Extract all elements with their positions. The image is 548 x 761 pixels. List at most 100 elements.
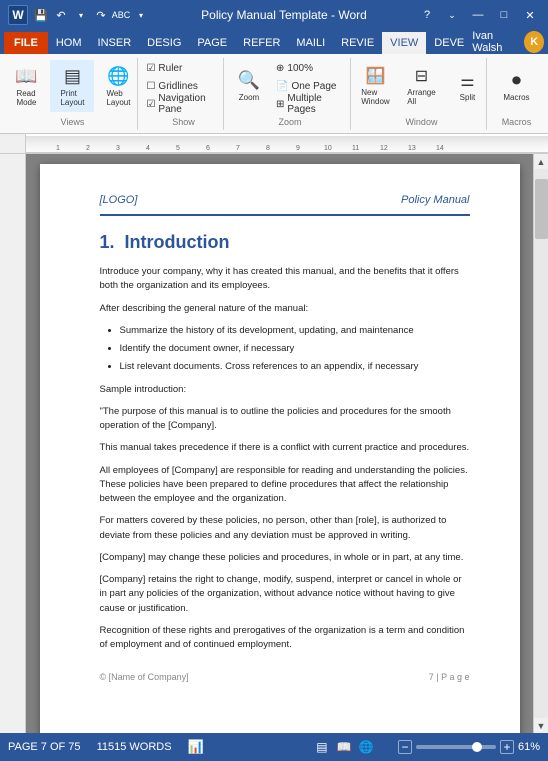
tab-file[interactable]: FILE [4, 32, 48, 54]
user-area: Ivan Walsh K [472, 30, 544, 54]
zoom-in-button[interactable]: + [500, 740, 514, 754]
bullet-item-2: Identify the document owner, if necessar… [120, 342, 470, 356]
gridlines-check-icon: ☐ [146, 81, 155, 92]
track-changes-icon[interactable]: 📊 [188, 739, 204, 755]
left-ruler-gutter [0, 134, 26, 153]
document-logo: [LOGO] [100, 194, 138, 206]
web-layout-button[interactable]: 🌐 WebLayout [96, 60, 140, 112]
web-view-icon[interactable]: 🌐 [358, 739, 374, 755]
zoom-button[interactable]: 🔍 Zoom [227, 60, 271, 112]
macros-button[interactable]: ⏺ Macros [494, 60, 538, 112]
paragraph-change: [Company] may change these policies and … [100, 551, 470, 565]
zoom-100-label: 100% [287, 63, 313, 74]
zoom-slider[interactable] [416, 745, 496, 749]
scroll-track[interactable] [534, 169, 548, 718]
window-group-label: Window [405, 117, 437, 127]
maximize-button[interactable]: □ [494, 5, 514, 25]
ruler-check-icon: ☑ [146, 63, 155, 74]
word-count[interactable]: 11515 WORDS [97, 741, 172, 753]
macros-label: Macros [503, 93, 529, 102]
one-page-button[interactable]: 📄 One Page [273, 78, 353, 94]
left-margin-gutter [0, 154, 26, 733]
bullet-list: Summarize the history of its development… [120, 324, 470, 375]
sample-quote: "The purpose of this manual is to outlin… [100, 405, 470, 434]
gridlines-label: Gridlines [158, 81, 197, 92]
arrange-all-button[interactable]: ⊟ ArrangeAll [399, 60, 443, 112]
multiple-pages-button[interactable]: ⊞ Multiple Pages [273, 96, 353, 112]
status-bar: PAGE 7 OF 75 11515 WORDS 📊 ▤ 📖 🌐 − + 61% [0, 733, 548, 761]
tab-insert[interactable]: INSER [90, 32, 140, 54]
read-mode-view-icon[interactable]: 📖 [336, 739, 352, 755]
scroll-down-arrow[interactable]: ▼ [534, 718, 548, 733]
new-window-button[interactable]: 🪟 NewWindow [353, 60, 397, 112]
ribbon-group-zoom: 🔍 Zoom ⊕ 100% 📄 One Page ⊞ Multiple Page… [230, 58, 351, 130]
undo-button[interactable]: ↶ [52, 6, 70, 24]
print-layout-icon: ▤ [64, 66, 81, 87]
page-info[interactable]: PAGE 7 OF 75 [8, 741, 81, 753]
zoom-icon: 🔍 [238, 70, 260, 91]
undo-dropdown-button[interactable]: ▾ [72, 6, 90, 24]
new-window-icon: 🪟 [365, 66, 385, 86]
tab-references[interactable]: REFER [235, 32, 288, 54]
navigation-checkbox[interactable]: ☑ Navigation Pane [143, 96, 223, 112]
navigation-label: Navigation Pane [158, 93, 220, 115]
zoom-label: Zoom [239, 93, 259, 102]
new-window-label: NewWindow [361, 88, 389, 106]
section-heading: 1. Introduction [100, 232, 470, 253]
zoom-slider-thumb[interactable] [472, 742, 482, 752]
close-button[interactable]: ✕ [520, 5, 540, 25]
scroll-thumb[interactable] [535, 179, 548, 239]
paragraph-retain: [Company] retains the right to change, m… [100, 573, 470, 616]
tab-developer[interactable]: DEVE [426, 32, 472, 54]
tab-view[interactable]: VIEW [382, 32, 426, 54]
help-button[interactable]: ? [418, 6, 436, 24]
ribbon-content: 📖 ReadMode ▤ PrintLayout 🌐 WebLayout Vie… [0, 54, 548, 134]
scroll-up-arrow[interactable]: ▲ [534, 154, 548, 169]
print-layout-button[interactable]: ▤ PrintLayout [50, 60, 94, 112]
zoom-out-button[interactable]: − [398, 740, 412, 754]
document-header: [LOGO] Policy Manual [100, 194, 470, 216]
zoom-percentage[interactable]: 61% [518, 741, 540, 753]
tab-design[interactable]: DESIG [139, 32, 189, 54]
ruler-checkbox[interactable]: ☑ Ruler [143, 60, 223, 76]
multiple-pages-label: Multiple Pages [287, 93, 350, 115]
tab-review[interactable]: REVIE [333, 32, 382, 54]
view-mode-icons: ▤ 📖 🌐 [314, 739, 374, 755]
document-page: [LOGO] Policy Manual 1. Introduction Int… [40, 164, 520, 733]
split-button[interactable]: ⚌ Split [445, 60, 489, 112]
tab-mailings[interactable]: MAILI [288, 32, 333, 54]
read-mode-icon: 📖 [15, 66, 37, 87]
read-mode-button[interactable]: 📖 ReadMode [4, 60, 48, 112]
paragraph-intro: Introduce your company, why it has creat… [100, 265, 470, 294]
main-area: [LOGO] Policy Manual 1. Introduction Int… [0, 154, 548, 733]
zoom-100-icon: ⊕ [276, 63, 284, 74]
ribbon-toggle-button[interactable]: ⌄ [442, 5, 462, 25]
quick-access-toolbar: 💾 ↶ ▾ ↷ ABC ▾ [32, 6, 150, 24]
zoom-area: − + 61% [398, 740, 540, 754]
bullet-item-1: Summarize the history of its development… [120, 324, 470, 338]
split-label: Split [460, 93, 476, 102]
minimize-button[interactable]: — [468, 5, 488, 25]
document-container[interactable]: [LOGO] Policy Manual 1. Introduction Int… [26, 154, 533, 733]
customize-qa-button[interactable]: ▾ [132, 6, 150, 24]
vertical-scrollbar[interactable]: ▲ ▼ [533, 154, 548, 733]
ribbon-group-show: ☑ Ruler ☐ Gridlines ☑ Navigation Pane Sh… [144, 58, 224, 130]
tab-home[interactable]: HOM [48, 32, 90, 54]
web-layout-label: WebLayout [106, 89, 130, 107]
one-page-icon: 📄 [276, 81, 288, 92]
save-button[interactable]: 💾 [32, 6, 50, 24]
tab-page[interactable]: PAGE [189, 32, 235, 54]
section-title: Introduction [125, 232, 230, 252]
gridlines-checkbox[interactable]: ☐ Gridlines [143, 78, 223, 94]
abc-check-button[interactable]: ABC [112, 6, 130, 24]
paragraph-deviate: For matters covered by these policies, n… [100, 514, 470, 543]
arrange-all-label: ArrangeAll [407, 88, 435, 106]
print-layout-view-icon[interactable]: ▤ [314, 739, 330, 755]
paragraph-after-general: After describing the general nature of t… [100, 302, 470, 316]
user-avatar[interactable]: K [524, 31, 544, 53]
redo-button[interactable]: ↷ [92, 6, 110, 24]
views-group-label: Views [61, 117, 85, 127]
zoom-100-button[interactable]: ⊕ 100% [273, 60, 353, 76]
paragraph-precedence: This manual takes precedence if there is… [100, 441, 470, 455]
ribbon-group-views: 📖 ReadMode ▤ PrintLayout 🌐 WebLayout Vie… [8, 58, 138, 130]
